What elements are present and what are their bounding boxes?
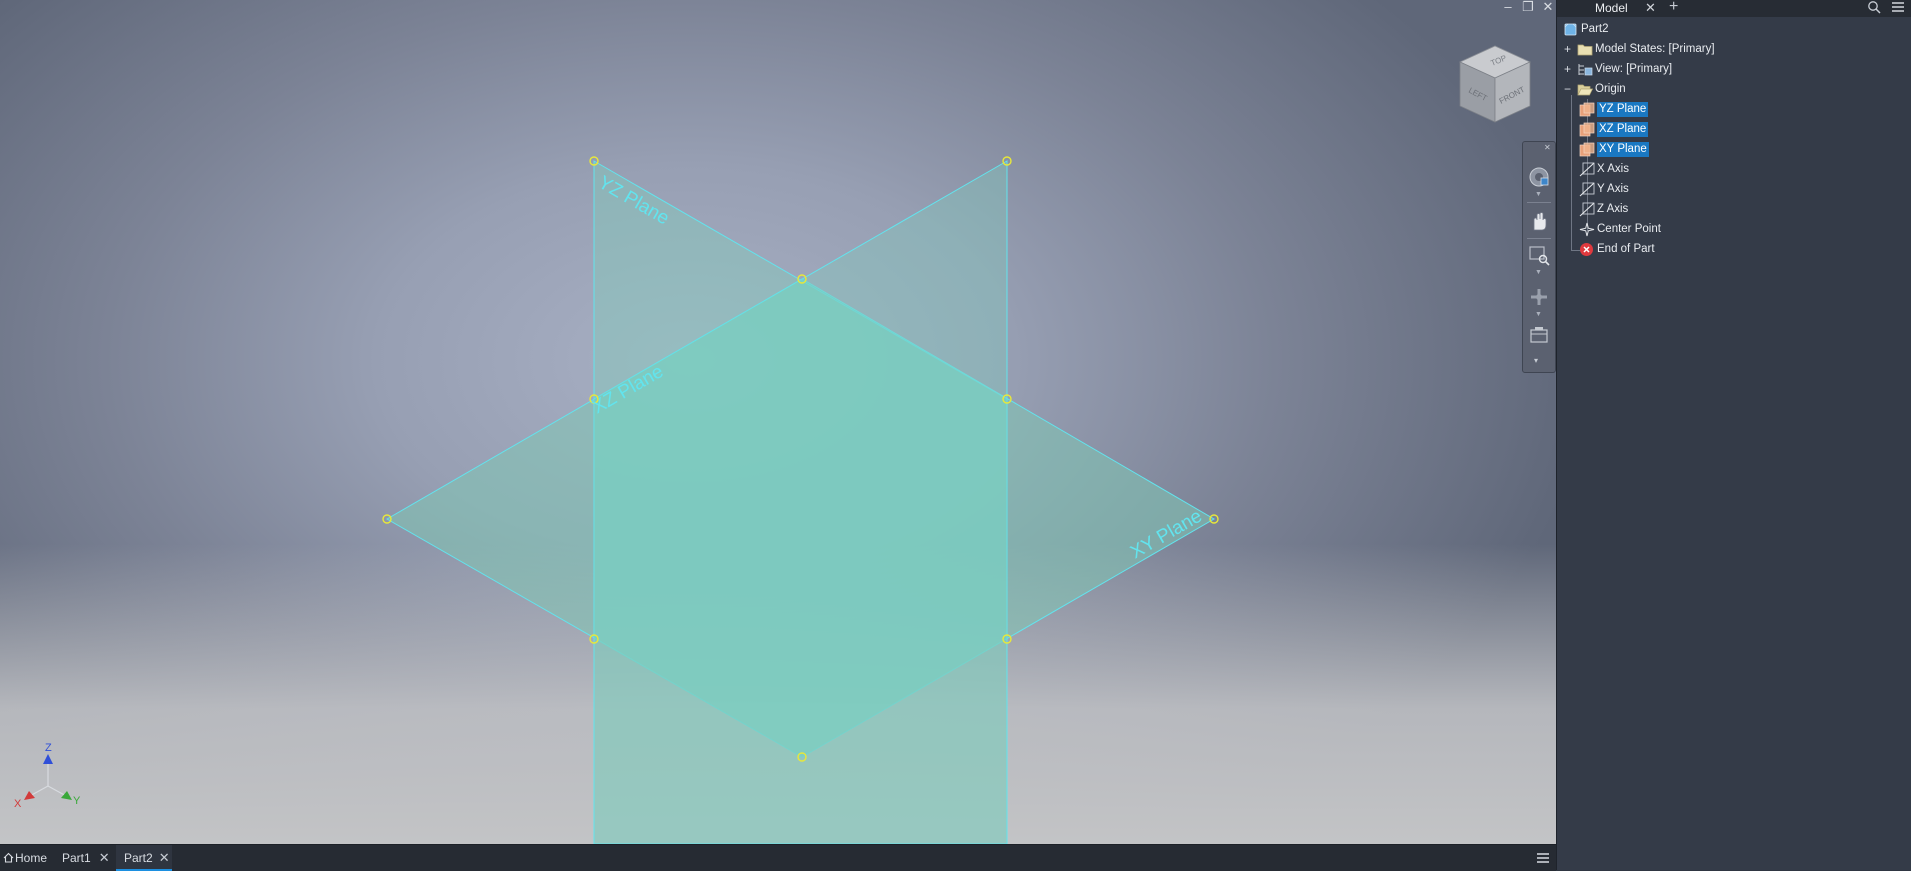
triad-z-label: Z	[45, 742, 52, 754]
browser-item-label: Z Axis	[1597, 203, 1629, 215]
triad-x-label: X	[14, 798, 22, 810]
work-point-icon	[1579, 222, 1595, 237]
browser-item-label: YZ Plane	[1597, 102, 1649, 117]
navbar-customize-icon[interactable]: ▾	[1534, 356, 1538, 365]
tab-part1[interactable]: Part1 ✕	[62, 845, 112, 871]
y-axis-arrow-icon	[61, 791, 72, 800]
browser-menu-icon[interactable]	[1891, 1, 1905, 13]
graphics-viewport[interactable]: YZ Plane XZ Plane XY Plane TOP LEFT FRON…	[0, 0, 1556, 844]
triad-y-label: Y	[73, 795, 81, 807]
work-axis-icon	[1579, 202, 1595, 217]
tab-close-icon[interactable]: ✕	[159, 845, 170, 871]
browser-item-label: Origin	[1595, 83, 1626, 95]
tab-menu-icon[interactable]	[1536, 852, 1550, 864]
z-axis-arrow-icon	[43, 754, 53, 764]
browser-root-part2[interactable]: Part2	[1563, 21, 1903, 38]
browser-item-yz-plane[interactable]: YZ Plane	[1579, 101, 1899, 118]
work-plane-icon	[1579, 102, 1595, 117]
browser-item-center-point[interactable]: Center Point	[1579, 221, 1899, 238]
tab-home[interactable]: Home	[0, 845, 52, 871]
view-cube[interactable]: TOP LEFT FRONT	[1450, 40, 1540, 130]
browser-item-xz-plane[interactable]: XZ Plane	[1579, 121, 1899, 138]
tab-part1-label: Part1	[62, 851, 91, 865]
browser-tab-model[interactable]: Model	[1595, 1, 1628, 15]
work-plane-icon	[1579, 142, 1595, 157]
browser-item-label: Model States: [Primary]	[1595, 43, 1715, 55]
search-icon[interactable]	[1867, 0, 1881, 14]
browser-item-label: XY Plane	[1597, 142, 1649, 157]
close-icon[interactable]: ✕	[1540, 0, 1556, 16]
browser-root-label: Part2	[1581, 23, 1609, 35]
browser-item-label: XZ Plane	[1597, 122, 1649, 137]
document-tab-bar: Home Part1 ✕ Part2 ✕	[0, 844, 1556, 871]
collapse-icon[interactable]: −	[1563, 83, 1572, 95]
browser-item-end-of-part[interactable]: End of Part	[1579, 241, 1899, 258]
orbit-icon[interactable]	[1528, 286, 1550, 308]
browser-item-origin[interactable]: − Origin	[1563, 81, 1903, 98]
work-plane-icon	[1579, 122, 1595, 137]
expand-icon[interactable]: +	[1563, 63, 1572, 75]
browser-item-label: Y Axis	[1597, 183, 1629, 195]
home-icon	[3, 852, 14, 863]
full-navigation-wheel-icon[interactable]	[1528, 166, 1550, 188]
tab-close-icon[interactable]: ✕	[99, 845, 110, 871]
tree-guide-line	[1571, 95, 1572, 250]
browser-item-label: Center Point	[1597, 223, 1661, 235]
work-axis-icon	[1579, 162, 1595, 177]
browser-item-z-axis[interactable]: Z Axis	[1579, 201, 1899, 218]
tab-home-label: Home	[15, 851, 48, 865]
navigation-bar: ✕ ▼ ▼ ▼ ▾	[1522, 141, 1556, 373]
view-face-icon[interactable]	[1528, 325, 1550, 347]
tab-part2-label: Part2	[124, 851, 153, 865]
expand-icon[interactable]: +	[1563, 43, 1572, 55]
end-of-part-icon	[1580, 243, 1593, 256]
part-icon	[1564, 23, 1577, 36]
minimize-icon[interactable]: –	[1500, 0, 1516, 16]
browser-item-label: X Axis	[1597, 163, 1629, 175]
browser-item-xy-plane[interactable]: XY Plane	[1579, 141, 1899, 158]
browser-item-model-states[interactable]: + Model States: [Primary]	[1563, 41, 1903, 58]
browser-item-label: End of Part	[1597, 243, 1655, 255]
view-rep-icon	[1578, 64, 1593, 76]
folder-icon	[1577, 44, 1593, 56]
browser-close-icon[interactable]: ✕	[1645, 0, 1656, 16]
browser-add-icon[interactable]: +	[1669, 0, 1678, 16]
model-browser-panel: Model ✕ + Part2 + Model States: [Primary…	[1556, 0, 1911, 870]
origin-planes-scene[interactable]: YZ Plane XZ Plane XY Plane	[0, 0, 1556, 844]
axis-triad: Z X Y	[14, 742, 81, 810]
browser-header: Model ✕ +	[1557, 0, 1911, 17]
navbar-close-icon[interactable]: ✕	[1544, 143, 1551, 152]
work-axis-icon	[1579, 182, 1595, 197]
open-folder-icon	[1577, 84, 1593, 96]
x-axis-arrow-icon	[24, 791, 35, 800]
tab-part2[interactable]: Part2 ✕	[116, 845, 172, 871]
browser-item-label: View: [Primary]	[1595, 63, 1673, 75]
browser-item-view[interactable]: + View: [Primary]	[1563, 61, 1903, 78]
restore-icon[interactable]: ❐	[1520, 0, 1536, 16]
browser-item-x-axis[interactable]: X Axis	[1579, 161, 1899, 178]
zoom-icon[interactable]	[1528, 244, 1550, 266]
pan-icon[interactable]	[1528, 210, 1550, 232]
browser-item-y-axis[interactable]: Y Axis	[1579, 181, 1899, 198]
